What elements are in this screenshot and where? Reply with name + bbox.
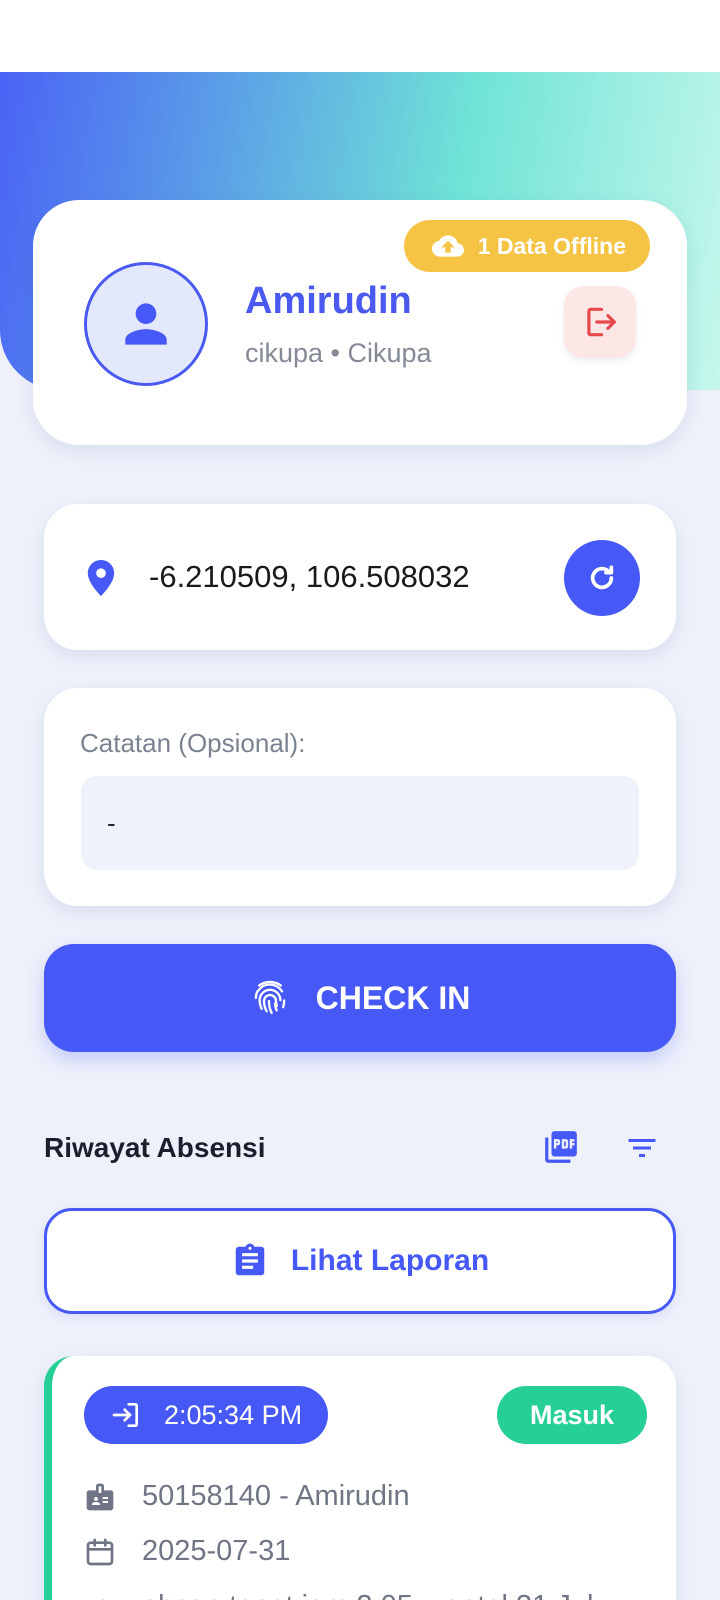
notes-input[interactable] bbox=[81, 776, 639, 870]
check-in-label: CHECK IN bbox=[315, 979, 471, 1016]
login-icon bbox=[112, 1403, 138, 1427]
record-note: absen tepat jam 2:05 – gatal 31 Jul bbox=[142, 1590, 593, 1600]
history-title: Riwayat Absensi bbox=[44, 1132, 266, 1163]
avatar bbox=[84, 262, 208, 386]
record-time-badge: 2:05:34 PM bbox=[84, 1386, 329, 1444]
record-status-badge: Masuk bbox=[497, 1386, 647, 1444]
note-icon bbox=[101, 1598, 104, 1600]
cloud-upload-icon bbox=[431, 235, 464, 257]
record-time: 2:05:34 PM bbox=[164, 1399, 303, 1430]
record-date-row: 2025-07-31 bbox=[84, 1535, 290, 1568]
fingerprint-icon bbox=[254, 980, 285, 1015]
user-location: cikupa • Cikupa bbox=[245, 338, 432, 368]
logout-button[interactable] bbox=[564, 286, 636, 358]
user-name: Amirudin bbox=[245, 280, 412, 322]
logout-icon bbox=[587, 307, 616, 337]
record-employee-row: 50158140 - Amirudin bbox=[84, 1480, 410, 1513]
record-employee: 50158140 - Amirudin bbox=[142, 1480, 410, 1512]
refresh-location-button[interactable] bbox=[564, 540, 640, 616]
status-bar bbox=[0, 0, 720, 72]
view-report-label: Lihat Laporan bbox=[290, 1244, 490, 1277]
record-date: 2025-07-31 bbox=[142, 1535, 291, 1567]
location-pin-icon bbox=[87, 560, 115, 596]
id-badge-icon bbox=[86, 1483, 114, 1510]
user-icon bbox=[125, 303, 167, 345]
calendar-icon bbox=[86, 1538, 114, 1565]
profile-card: 1 Data Offline Amirudin cikupa • Cikupa bbox=[33, 200, 687, 445]
coordinates-text: -6.210509, 106.508032 bbox=[149, 559, 470, 594]
record-note-row: absen tepat jam 2:05 – gatal 31 Jul bbox=[84, 1590, 593, 1600]
filter-icon[interactable] bbox=[624, 1130, 660, 1166]
check-in-button[interactable]: CHECK IN bbox=[44, 944, 676, 1052]
view-report-button[interactable]: Lihat Laporan bbox=[44, 1208, 676, 1314]
refresh-icon bbox=[590, 565, 614, 590]
notes-label: Catatan (Opsional): bbox=[80, 728, 306, 758]
offline-data-badge[interactable]: 1 Data Offline bbox=[403, 220, 650, 272]
pdf-export-icon[interactable] bbox=[542, 1128, 580, 1166]
offline-badge-label: 1 Data Offline bbox=[477, 232, 626, 259]
clipboard-icon bbox=[235, 1243, 265, 1276]
